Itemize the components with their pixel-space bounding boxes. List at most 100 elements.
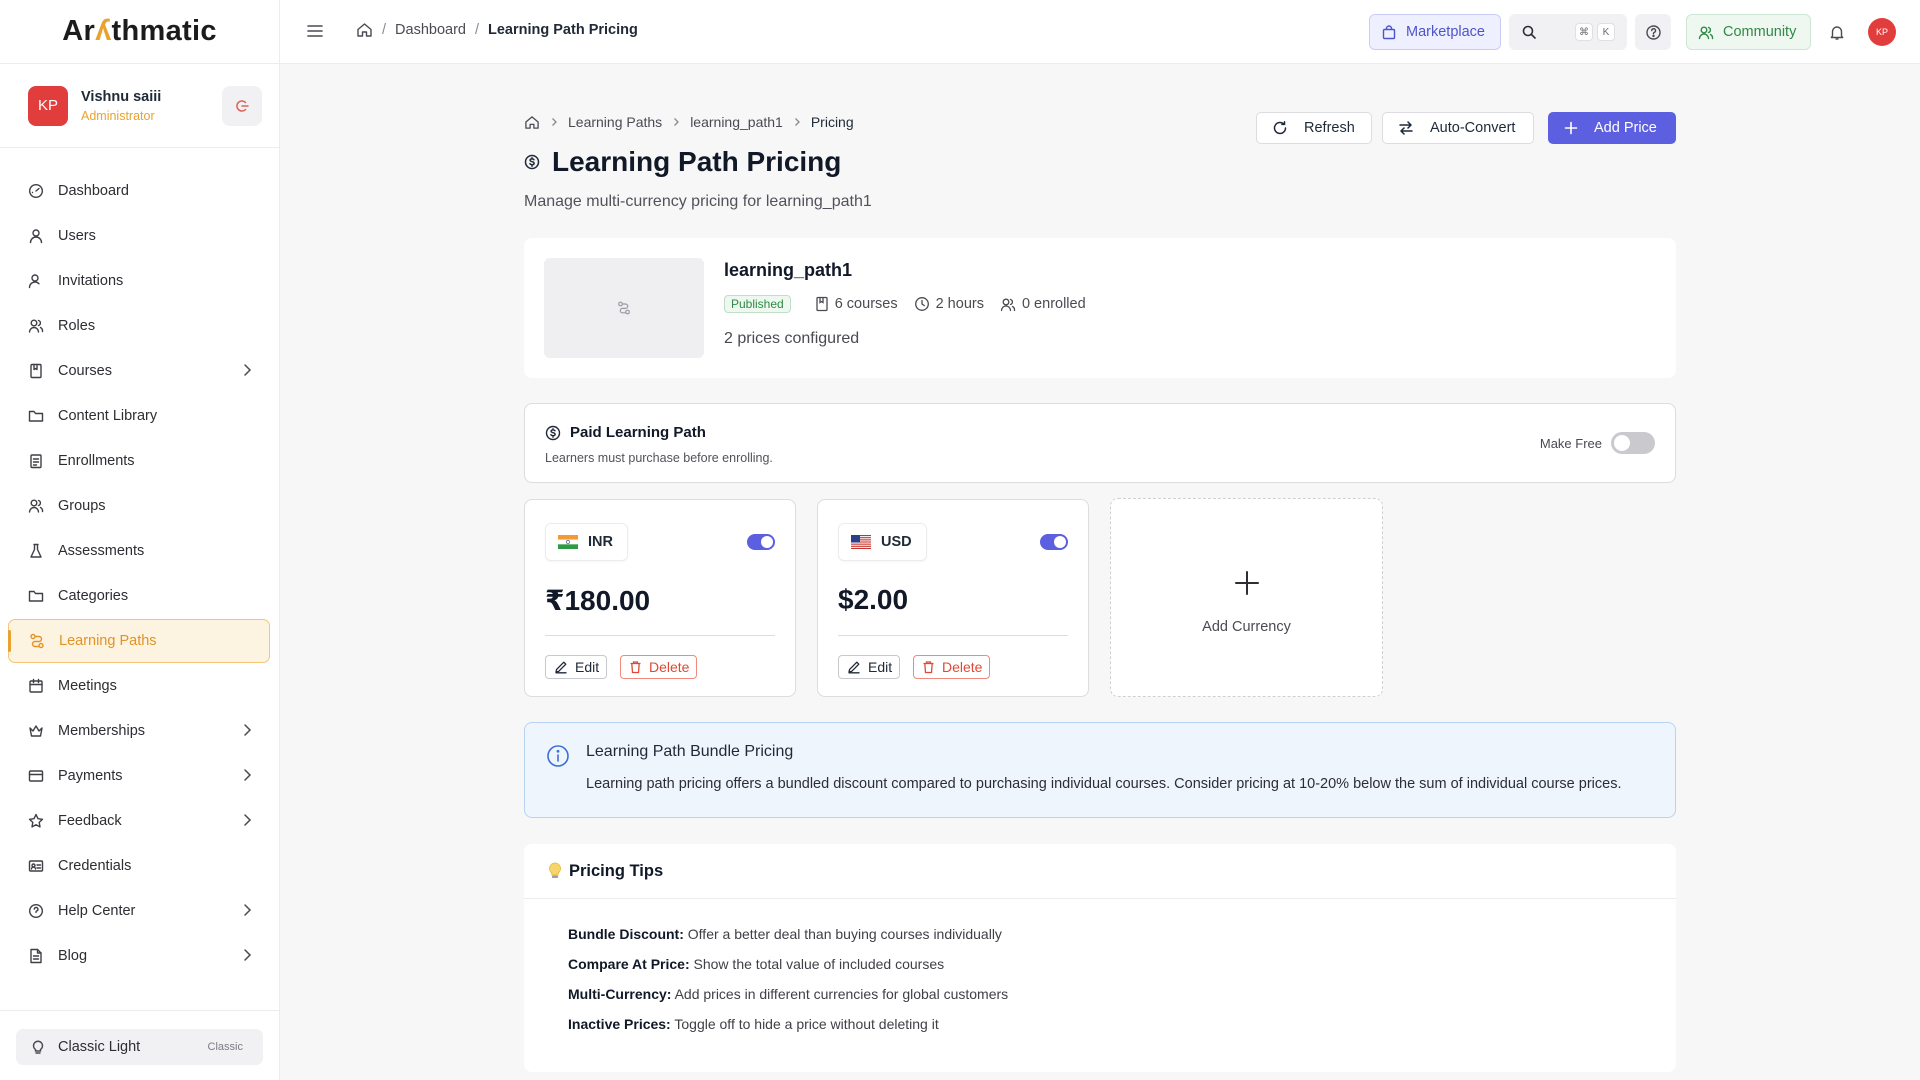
search-icon bbox=[1521, 24, 1537, 40]
currency-code: INR bbox=[588, 534, 613, 550]
sidebar-item-assessments[interactable]: Assessments bbox=[8, 529, 270, 573]
search-button[interactable]: ⌘ K bbox=[1509, 14, 1627, 50]
sidebar-item-label: Enrollments bbox=[58, 453, 135, 469]
route-icon bbox=[28, 632, 46, 650]
sidebar-item-label: Meetings bbox=[58, 678, 117, 694]
chevron-right-icon bbox=[550, 117, 558, 127]
sidebar-item-label: Memberships bbox=[58, 723, 146, 739]
tip-text: Toggle off to hide a price without delet… bbox=[674, 1016, 939, 1032]
avatar[interactable]: KP bbox=[28, 85, 68, 126]
help-circle-icon bbox=[27, 902, 45, 920]
add-price-button[interactable]: Add Price bbox=[1548, 112, 1676, 144]
id-card-icon bbox=[27, 857, 45, 875]
sidebar-item-roles[interactable]: Roles bbox=[8, 304, 270, 348]
delete-label: Delete bbox=[942, 659, 983, 675]
app-logo[interactable]: Ar ʎ thmatic bbox=[0, 0, 279, 64]
sidebar-item-groups[interactable]: Groups bbox=[8, 484, 270, 528]
edit-price-button[interactable]: Edit bbox=[838, 655, 901, 679]
sidebar-item-help-center[interactable]: Help Center bbox=[8, 889, 270, 933]
sidebar-item-feedback[interactable]: Feedback bbox=[8, 799, 270, 843]
bell-icon bbox=[1829, 24, 1845, 41]
theme-switcher[interactable]: Classic Light Classic bbox=[16, 1029, 263, 1065]
kbd-k: K bbox=[1597, 23, 1615, 41]
chevron-right-icon bbox=[243, 768, 252, 782]
chevron-right-icon bbox=[243, 723, 252, 737]
marketplace-label: Marketplace bbox=[1406, 24, 1485, 40]
edit-price-button[interactable]: Edit bbox=[545, 655, 608, 679]
price-active-toggle[interactable] bbox=[747, 534, 775, 550]
sidebar-item-learning-paths[interactable]: Learning Paths bbox=[8, 619, 270, 663]
logo-prefix: Ar bbox=[62, 15, 96, 47]
breadcrumb-dashboard[interactable]: Dashboard bbox=[395, 22, 466, 38]
tip-item: Bundle Discount: Offer a better deal tha… bbox=[568, 919, 1676, 949]
notifications-button[interactable] bbox=[1819, 14, 1855, 50]
crumb-learning-path[interactable]: learning_path1 bbox=[690, 114, 783, 130]
chevron-right-icon bbox=[243, 813, 252, 827]
community-button[interactable]: Community bbox=[1686, 14, 1811, 50]
home-icon[interactable] bbox=[356, 22, 373, 38]
bundle-text: Learning path pricing offers a bundled d… bbox=[586, 776, 1622, 792]
sidebar-item-meetings[interactable]: Meetings bbox=[8, 664, 270, 708]
add-currency-tile[interactable]: Add Currency bbox=[1110, 498, 1383, 697]
crumb-learning-paths[interactable]: Learning Paths bbox=[568, 114, 662, 130]
tip-label: Bundle Discount: bbox=[568, 926, 684, 942]
sidebar-item-categories[interactable]: Categories bbox=[8, 574, 270, 618]
make-free-toggle[interactable] bbox=[1611, 432, 1655, 454]
document-icon bbox=[27, 947, 45, 965]
clock-icon bbox=[914, 296, 930, 312]
user-avatar[interactable]: KP bbox=[1868, 18, 1896, 46]
marketplace-button[interactable]: Marketplace bbox=[1369, 14, 1501, 50]
user-info: Vishnu saiii Administrator bbox=[81, 89, 222, 123]
logout-icon bbox=[234, 98, 250, 114]
sidebar-item-memberships[interactable]: Memberships bbox=[8, 709, 270, 753]
sidebar-item-credentials[interactable]: Credentials bbox=[8, 844, 270, 888]
dollar-circle-icon bbox=[545, 425, 561, 441]
sidebar-item-label: Payments bbox=[58, 768, 123, 784]
sidebar-item-blog[interactable]: Blog bbox=[8, 934, 270, 978]
pricing-tips-card: Pricing Tips Bundle Discount: Offer a be… bbox=[524, 844, 1676, 1072]
menu-toggle-button[interactable] bbox=[306, 23, 324, 39]
crumb-current: Pricing bbox=[810, 114, 854, 130]
sidebar-item-enrollments[interactable]: Enrollments bbox=[8, 439, 270, 483]
logo-accent: ʎ bbox=[95, 15, 112, 47]
divider bbox=[545, 635, 775, 636]
chevron-right-icon bbox=[243, 363, 252, 377]
sidebar-item-dashboard[interactable]: Dashboard bbox=[8, 169, 270, 213]
gauge-icon bbox=[27, 182, 45, 200]
credit-card-icon bbox=[27, 767, 45, 785]
sidebar-item-users[interactable]: Users bbox=[8, 214, 270, 258]
user-plus-icon bbox=[27, 272, 45, 290]
delete-price-button[interactable]: Delete bbox=[913, 655, 991, 679]
learning-path-summary: learning_path1 Published 6 courses 2 hou… bbox=[524, 238, 1676, 378]
trash-icon bbox=[629, 660, 642, 674]
price-active-toggle[interactable] bbox=[1040, 534, 1068, 550]
enrolled-text: 0 enrolled bbox=[1021, 296, 1086, 312]
page-subtitle: Manage multi-currency pricing for learni… bbox=[524, 193, 872, 210]
dollar-circle-icon bbox=[524, 154, 540, 170]
sidebar-item-payments[interactable]: Payments bbox=[8, 754, 270, 798]
sidebar-item-courses[interactable]: Courses bbox=[8, 349, 270, 393]
delete-price-button[interactable]: Delete bbox=[620, 655, 698, 679]
sidebar-item-label: Credentials bbox=[58, 858, 132, 874]
auto-convert-label: Auto-Convert bbox=[1430, 120, 1516, 136]
auto-convert-button[interactable]: Auto-Convert bbox=[1382, 112, 1534, 144]
make-free-label: Make Free bbox=[1539, 435, 1602, 451]
pencil-icon bbox=[847, 660, 861, 674]
sidebar-item-content-library[interactable]: Content Library bbox=[8, 394, 270, 438]
sidebar-item-label: Categories bbox=[58, 588, 129, 604]
home-icon[interactable] bbox=[524, 115, 540, 130]
trash-icon bbox=[922, 660, 935, 674]
page-breadcrumb: Learning Paths learning_path1 Pricing bbox=[524, 114, 854, 130]
sidebar: Ar ʎ thmatic KP Vishnu saiii Administrator… bbox=[0, 0, 280, 1080]
refresh-button[interactable]: Refresh bbox=[1256, 112, 1372, 144]
sidebar-item-invitations[interactable]: Invitations bbox=[8, 259, 270, 303]
help-button[interactable] bbox=[1635, 14, 1671, 50]
logout-button[interactable] bbox=[222, 85, 262, 126]
delete-label: Delete bbox=[649, 659, 690, 675]
info-icon bbox=[546, 744, 570, 768]
sidebar-item-label: Assessments bbox=[58, 543, 145, 559]
prices-configured: 2 prices configured bbox=[724, 330, 860, 347]
price-amount: ₹180.00 bbox=[545, 585, 651, 616]
path-thumbnail bbox=[544, 258, 704, 358]
tip-label: Compare At Price: bbox=[568, 956, 690, 972]
